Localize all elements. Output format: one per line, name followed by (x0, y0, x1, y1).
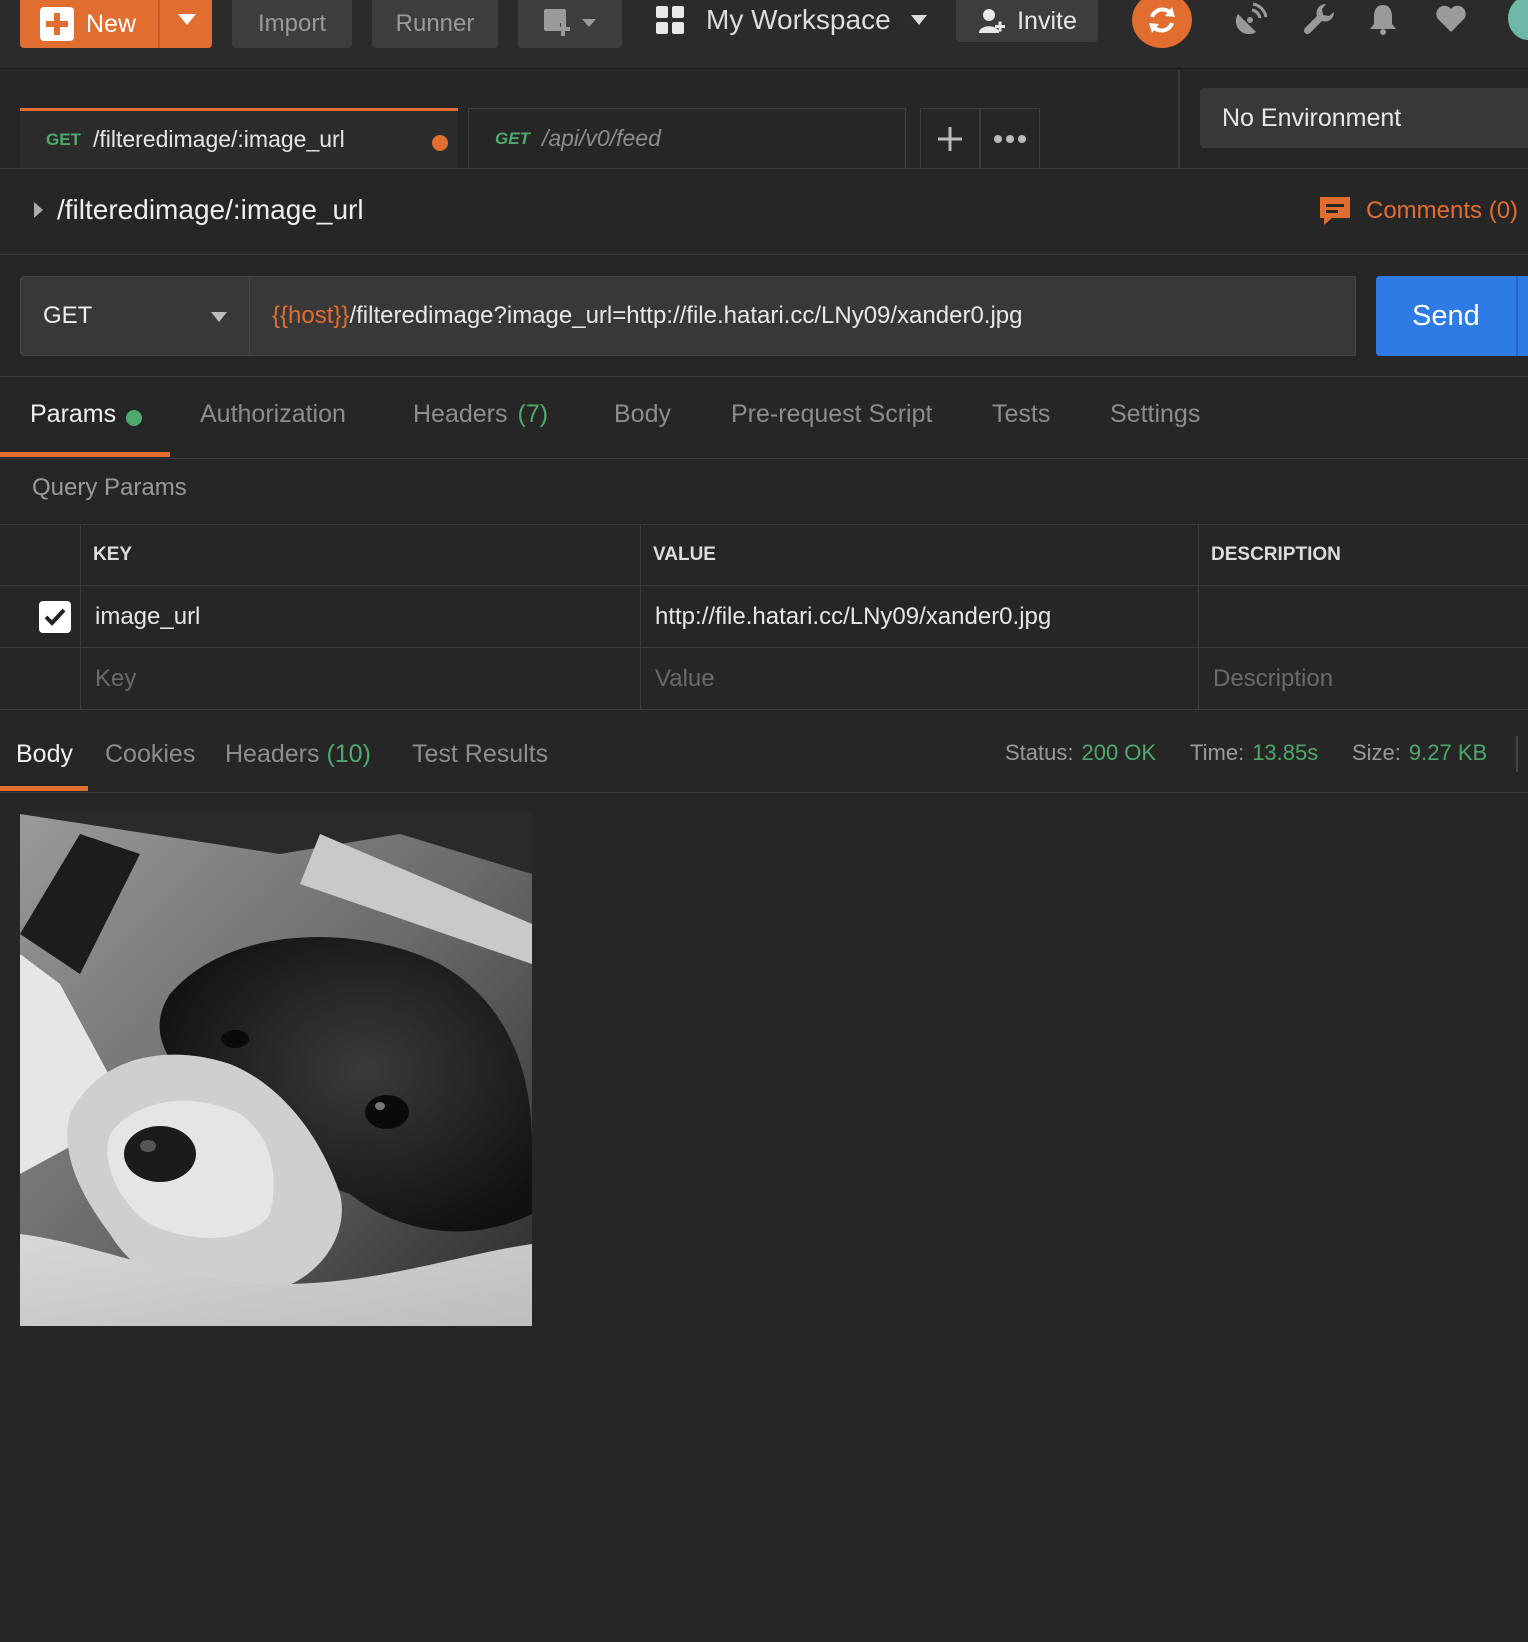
wrench-icon[interactable] (1302, 2, 1336, 36)
tab-title: /api/v0/feed (541, 125, 661, 151)
request-title[interactable]: /filteredimage/:image_url (34, 190, 364, 230)
new-window-button[interactable] (518, 0, 622, 48)
tab-title: /filteredimage/:image_url (92, 126, 345, 152)
comments-button[interactable]: Comments (0) (1318, 190, 1518, 232)
invite-button[interactable]: Invite (956, 0, 1098, 42)
new-key-input[interactable]: Key (80, 648, 640, 709)
method-value: GET (43, 302, 93, 329)
tab-prerequest-script[interactable]: Pre-request Script (731, 400, 932, 456)
add-user-icon (979, 9, 1006, 33)
param-key-field[interactable]: image_url (80, 586, 640, 647)
tab-params[interactable]: Params (30, 400, 143, 456)
method-select[interactable]: GET (20, 276, 250, 356)
heart-icon[interactable] (1434, 2, 1468, 36)
new-tab-button[interactable] (920, 108, 980, 168)
checkbox[interactable] (39, 601, 71, 633)
bell-icon[interactable] (1366, 2, 1400, 36)
tab-body[interactable]: Body (614, 400, 671, 456)
url-variable: {{host}} (272, 302, 350, 329)
response-tab-headers[interactable]: Headers (10) (225, 740, 371, 769)
new-window-icon (544, 9, 596, 39)
grid-icon (656, 6, 684, 34)
table-row-empty: Key Value Description (0, 648, 1528, 710)
invite-label: Invite (1017, 6, 1077, 35)
status-readout: Status: 200 OK (1005, 740, 1157, 765)
response-image-preview (20, 814, 532, 1326)
param-description-field[interactable] (1198, 586, 1528, 647)
request-tabs: Params Authorization Headers (7) Body Pre… (0, 400, 1528, 456)
query-params-label: Query Params (32, 474, 187, 501)
more-icon (994, 134, 1026, 143)
caret-right-icon[interactable] (34, 202, 43, 218)
plus-icon (938, 126, 962, 151)
satellite-icon[interactable] (1234, 2, 1268, 36)
new-value-input[interactable]: Value (640, 648, 1198, 709)
request-title-text: /filteredimage/:image_url (57, 194, 364, 225)
tab-api-feed[interactable]: GET /api/v0/feed (468, 108, 906, 168)
tab-headers[interactable]: Headers (7) (413, 400, 548, 456)
tab-method-badge: GET (46, 129, 81, 149)
workspace-switcher[interactable]: My Workspace (656, 0, 927, 40)
table-row: image_url http://file.hatari.cc/LNy09/xa… (0, 586, 1528, 648)
comments-label: Comments (0) (1366, 197, 1519, 224)
environment-select[interactable]: No Environment (1200, 88, 1528, 148)
runner-button[interactable]: Runner (372, 0, 498, 48)
sync-icon (1149, 7, 1175, 33)
comment-icon (1320, 197, 1350, 225)
tab-options-button[interactable] (980, 108, 1040, 168)
send-button[interactable]: Send (1376, 276, 1528, 356)
chevron-down-icon (910, 15, 927, 25)
column-header-key: KEY (80, 525, 640, 585)
status-badge: 200 OK (1081, 740, 1157, 765)
plus-icon (40, 7, 74, 41)
tab-filteredimage[interactable]: GET /filteredimage/:image_url (20, 108, 458, 168)
chevron-down-icon[interactable] (178, 14, 196, 25)
tab-authorization[interactable]: Authorization (200, 400, 346, 456)
active-tab-indicator (0, 452, 170, 457)
url-path: /filteredimage?image_url=http://file.hat… (349, 302, 1023, 329)
send-label: Send (1412, 299, 1480, 332)
import-button[interactable]: Import (232, 0, 352, 48)
new-button-label: New (86, 9, 137, 38)
tab-tests[interactable]: Tests (992, 400, 1050, 456)
chevron-down-icon (211, 312, 227, 322)
tab-settings[interactable]: Settings (1110, 400, 1200, 456)
response-tab-test-results[interactable]: Test Results (412, 740, 548, 769)
active-response-tab-indicator (0, 786, 88, 791)
table-header: KEY VALUE DESCRIPTION (0, 524, 1528, 586)
column-header-description: DESCRIPTION (1198, 525, 1528, 585)
size-readout: Size: 9.27 KB (1352, 740, 1488, 765)
time-readout: Time: 13.85s (1190, 740, 1319, 765)
status-dot (126, 410, 143, 426)
response-tab-body[interactable]: Body (16, 740, 73, 769)
param-value-field[interactable]: http://file.hatari.cc/LNy09/xander0.jpg (640, 586, 1198, 647)
new-button[interactable]: New (20, 0, 212, 48)
dog-photo-image (20, 814, 532, 1326)
workspace-label: My Workspace (706, 4, 891, 35)
new-description-input[interactable]: Description (1198, 648, 1528, 709)
unsaved-indicator (432, 135, 448, 151)
column-header-value: VALUE (640, 525, 1198, 585)
response-tab-cookies[interactable]: Cookies (105, 740, 195, 769)
url-input[interactable]: {{host}}/filteredimage?image_url=http://… (250, 276, 1356, 356)
tab-method-badge: GET (495, 128, 530, 148)
check-icon (44, 608, 66, 626)
